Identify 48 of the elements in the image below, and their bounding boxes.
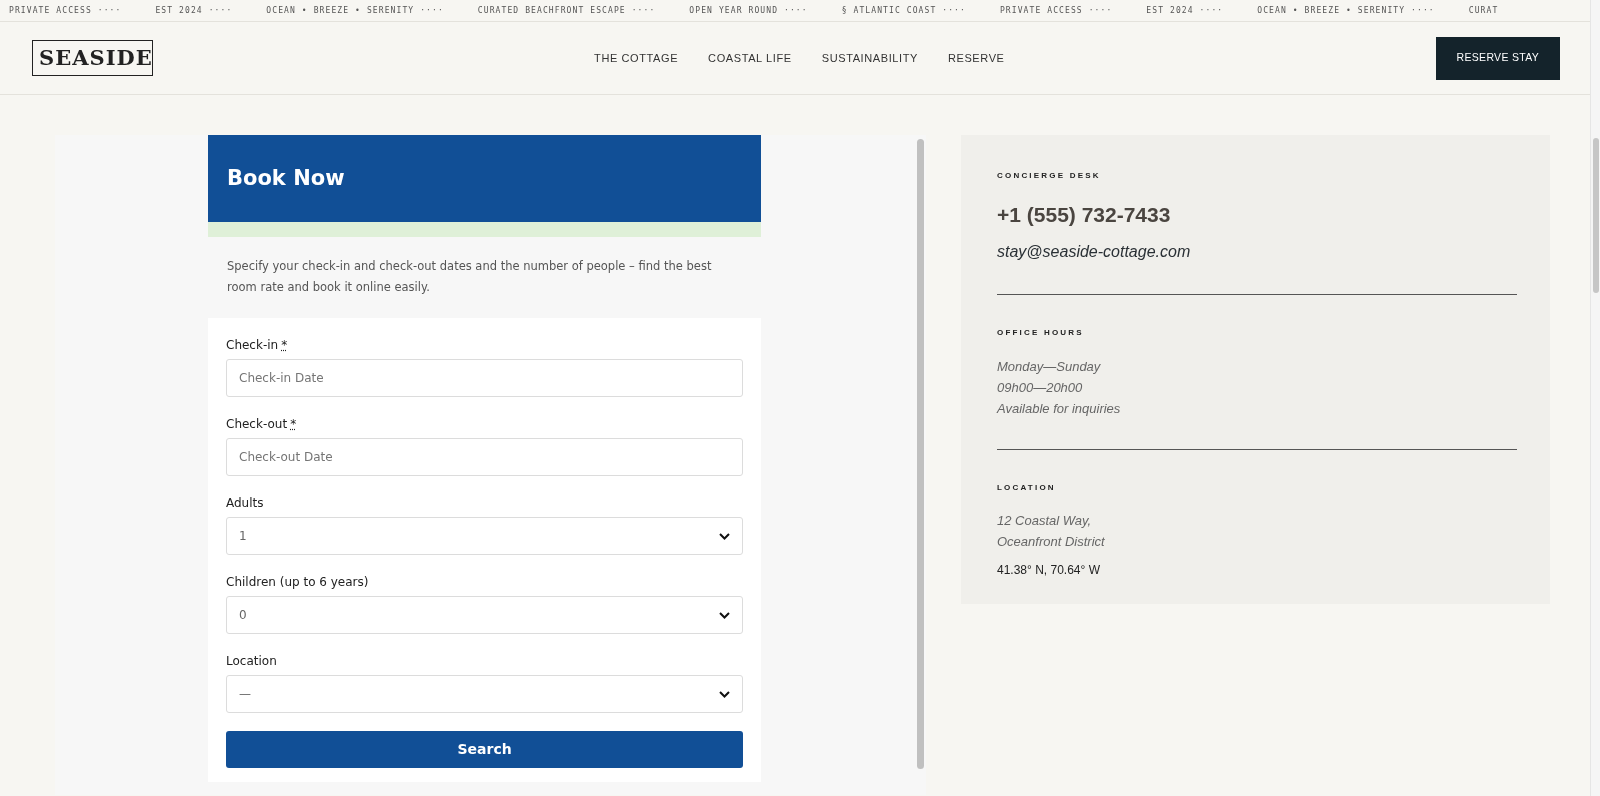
field-label: Children (up to 6 years)	[226, 574, 370, 591]
ticker-text: PRIVATE ACCESS ····	[9, 5, 122, 17]
section-heading: LOCATION	[997, 482, 1057, 493]
required-mark: *	[281, 338, 288, 352]
field-label: Location	[226, 653, 278, 670]
chevron-down-icon	[719, 611, 731, 619]
search-button[interactable]: Search	[226, 731, 744, 768]
field-label: Check-out *	[226, 416, 298, 433]
form-title: Book Now	[227, 165, 345, 192]
section-heading: CONCIERGE DESK	[997, 171, 1102, 181]
select-value: 1	[239, 528, 247, 545]
select-field[interactable]: —	[226, 675, 744, 713]
ticker-text: CURAT	[1468, 5, 1499, 17]
field-label: Adults	[226, 495, 265, 512]
select-value: 0	[239, 607, 247, 624]
email-address: stay@seaside-cottage.com	[997, 242, 1192, 263]
nav-link[interactable]: SUSTAINABILITY	[821, 49, 918, 67]
info-line: Available for inquiries	[997, 399, 1122, 418]
ticker-text: CURATED BEACHFRONT ESCAPE ····	[477, 5, 656, 17]
select-value: —	[239, 686, 251, 703]
nav-link[interactable]: THE COTTAGE	[594, 49, 679, 67]
ticker-text: § ATLANTIC COAST ····	[841, 5, 966, 17]
phone-number: +1 (555) 732-7433	[997, 201, 1172, 228]
nav-link[interactable]: COASTAL LIFE	[708, 49, 792, 67]
info-line: 09h00—20h00	[997, 378, 1084, 397]
info-line: Monday—Sunday	[997, 357, 1102, 376]
nav-link[interactable]: RESERVE	[947, 49, 1005, 67]
logo[interactable]: SEASIDE	[32, 40, 153, 76]
form-description: Specify your check-in and check-out dates and the number of people – find the best room rate and book it online easily.	[226, 258, 713, 296]
ticker-text: OCEAN • BREEZE • SERENITY ····	[1257, 5, 1435, 17]
ticker-text: PRIVATE ACCESS ····	[999, 5, 1113, 17]
info-line: 12 Coastal Way,	[997, 512, 1093, 531]
chevron-down-icon	[719, 532, 731, 540]
coordinates: 41.38° N, 70.64° W	[997, 562, 1101, 580]
select-field[interactable]: 1	[226, 517, 744, 555]
ticker-text: EST 2024 ····	[155, 5, 233, 17]
chevron-down-icon	[719, 690, 731, 698]
ticker-text: OCEAN • BREEZE • SERENITY ····	[266, 5, 444, 17]
date-input-field[interactable]: Check-out Date	[226, 438, 744, 476]
section-heading: OFFICE HOURS	[997, 328, 1085, 338]
ticker-text: OPEN YEAR ROUND ····	[689, 5, 808, 17]
required-mark: *	[290, 417, 297, 431]
field-label: Check-in *	[226, 337, 289, 354]
ticker-text: EST 2024 ····	[1146, 5, 1224, 17]
info-line: Oceanfront District	[997, 533, 1106, 552]
reserve-stay-button[interactable]: RESERVE STAY	[1435, 36, 1560, 80]
select-field[interactable]: 0	[226, 596, 744, 634]
date-input-field[interactable]: Check-in Date	[226, 359, 744, 397]
